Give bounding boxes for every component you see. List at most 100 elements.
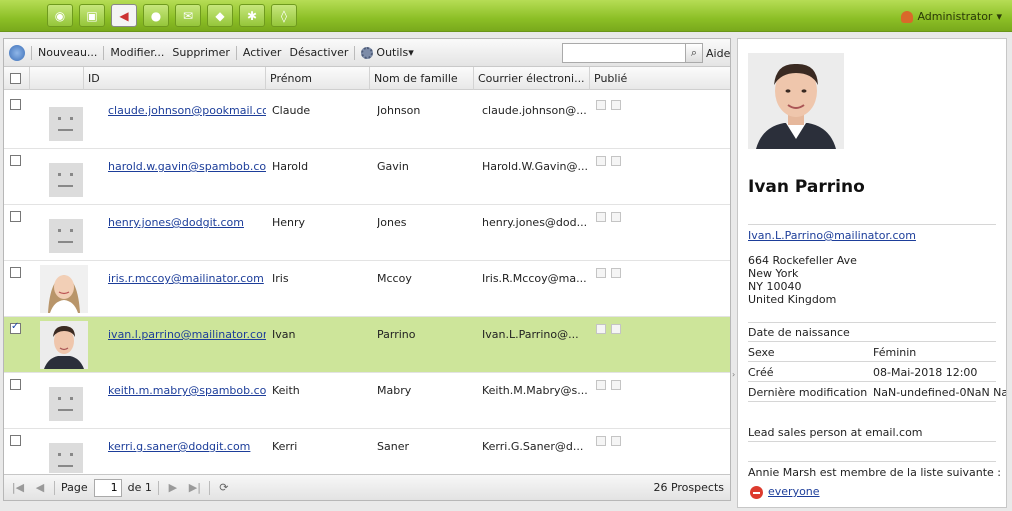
table-row[interactable]: henry.jones@dodgit.com Henry Jones henry.jo…	[4, 205, 730, 261]
published-checkbox	[596, 268, 606, 278]
globe-icon[interactable]: ◉	[47, 4, 73, 27]
row-checkbox[interactable]	[10, 321, 21, 334]
select-all-checkbox[interactable]	[10, 73, 21, 84]
row-id-link[interactable]: harold.w.gavin@spambob.com	[108, 160, 266, 173]
row-id-link[interactable]: iris.r.mccoy@mailinator.com	[108, 272, 266, 285]
user-icon	[901, 10, 914, 23]
row-checkbox[interactable]	[10, 379, 21, 390]
toolbar-separator	[354, 45, 356, 60]
collapse-arrow-icon[interactable]: ›	[732, 370, 735, 379]
refresh-icon[interactable]	[9, 44, 25, 61]
tools-menu-button[interactable]: Outils▾	[357, 46, 417, 59]
divider	[748, 461, 996, 462]
sex-value: Féminin	[873, 346, 917, 359]
deactivate-button[interactable]: Désactiver	[285, 46, 352, 59]
prospect-name: Ivan Parrino	[748, 177, 865, 197]
camera-icon[interactable]: ▣	[79, 4, 105, 27]
list-link-everyone[interactable]: everyone	[768, 485, 820, 498]
table-row[interactable]: iris.r.mccoy@mailinator.com Iris Mccoy Iris…	[4, 261, 730, 317]
pager-separator	[208, 480, 210, 495]
remove-from-list-icon[interactable]	[750, 486, 763, 499]
row-firstname: Harold	[272, 160, 309, 173]
toolbar-separator	[31, 45, 32, 60]
previous-page-icon[interactable]: ◀	[32, 481, 48, 494]
row-checkbox[interactable]	[10, 155, 21, 166]
envelope-icon[interactable]: ✉	[175, 4, 201, 27]
activate-button[interactable]: Activer	[239, 46, 286, 59]
published-checkbox	[611, 100, 621, 110]
tag-icon[interactable]: ◊	[271, 4, 297, 27]
row-email: Ivan.L.Parrino@...	[482, 328, 579, 341]
header-lastname[interactable]: Nom de famille	[370, 67, 474, 90]
row-id-link[interactable]: henry.jones@dodgit.com	[108, 216, 266, 229]
search-icon[interactable]: ⌕	[685, 43, 703, 63]
list-membership-text: Annie Marsh est membre de la liste suiva…	[748, 466, 1001, 479]
placeholder-avatar-icon	[49, 219, 83, 253]
table-row[interactable]: harold.w.gavin@spambob.com Harold Gavin Har…	[4, 149, 730, 205]
row-lastname: Parrino	[377, 328, 416, 341]
row-checkbox[interactable]	[10, 211, 21, 222]
created-value: 08-Mai-2018 12:00	[873, 366, 978, 379]
new-button[interactable]: Nouveau...	[34, 46, 101, 59]
row-checkbox[interactable]	[10, 99, 21, 110]
chevron-down-icon: ▾	[996, 10, 1002, 23]
prospect-email-link[interactable]: Ivan.L.Parrino@mailinator.com	[748, 229, 916, 242]
row-email: Harold.W.Gavin@...	[482, 160, 588, 173]
toolbar: Nouveau... Modifier... Supprimer Activer…	[4, 39, 730, 67]
table-row[interactable]: keith.m.mabry@spambob.com Keith Mabry Keith…	[4, 373, 730, 429]
published-checkbox	[611, 268, 621, 278]
published-indicators	[596, 268, 621, 278]
speech-bubble-icon[interactable]: ●	[143, 4, 169, 27]
created-label: Créé	[748, 366, 774, 379]
header-firstname[interactable]: Prénom	[266, 67, 370, 90]
published-checkbox	[611, 156, 621, 166]
modified-value: NaN-undefined-0NaN NaN	[873, 386, 1007, 399]
table-row[interactable]: ivan.l.parrino@mailinator.com Ivan Parrino…	[4, 317, 730, 373]
delete-button[interactable]: Supprimer	[168, 46, 234, 59]
sex-label: Sexe	[748, 346, 775, 359]
gear-icon[interactable]: ✱	[239, 4, 265, 27]
placeholder-avatar-icon	[49, 163, 83, 197]
header-id[interactable]: ID	[84, 67, 266, 90]
avatar	[40, 265, 88, 313]
user-menu[interactable]: Administrator ▾	[901, 10, 1002, 23]
divider	[748, 441, 996, 442]
pager-separator	[54, 480, 55, 495]
placeholder-avatar-icon	[49, 387, 83, 421]
address-line: New York	[748, 267, 799, 280]
record-count: 26 Prospects	[653, 481, 724, 494]
last-page-icon[interactable]: ▶|	[187, 481, 203, 494]
pagination-bar: |◀ ◀ Page de 1 ▶ ▶| ⟳ 26 Prospects	[4, 474, 730, 500]
page-number-input[interactable]	[93, 478, 122, 497]
row-id-link[interactable]: claude.johnson@pookmail.com	[108, 104, 266, 117]
divider	[748, 401, 996, 402]
top-navigation-bar: ◉ ▣ ◀ ● ✉ ◆ ✱ ◊ Administrator ▾	[0, 0, 1012, 32]
reload-icon[interactable]: ⟳	[216, 481, 232, 494]
first-page-icon[interactable]: |◀	[10, 481, 26, 494]
row-checkbox[interactable]	[10, 267, 21, 278]
header-published[interactable]: Publié	[590, 67, 730, 90]
grid-header: ID Prénom Nom de famille Courrier électr…	[4, 67, 730, 90]
next-page-icon[interactable]: ▶	[165, 481, 181, 494]
edit-button[interactable]: Modifier...	[106, 46, 168, 59]
user-name: Administrator	[917, 10, 993, 23]
published-indicators	[596, 324, 621, 334]
search-input[interactable]	[562, 43, 686, 63]
avatar	[40, 97, 88, 145]
users-icon[interactable]: ◆	[207, 4, 233, 27]
table-row[interactable]: claude.johnson@pookmail.com Claude Johnson…	[4, 93, 730, 149]
row-firstname: Ivan	[272, 328, 296, 341]
row-firstname: Claude	[272, 104, 311, 117]
table-row[interactable]: kerri.g.saner@dodgit.com Kerri Saner Kerri.…	[4, 429, 730, 473]
megaphone-icon[interactable]: ◀	[111, 4, 137, 27]
published-indicators	[596, 212, 621, 222]
avatar	[40, 209, 88, 257]
row-id-link[interactable]: ivan.l.parrino@mailinator.com	[108, 328, 266, 341]
help-link[interactable]: Aide	[706, 47, 730, 60]
row-id-link[interactable]: keith.m.mabry@spambob.com	[108, 384, 266, 397]
divider	[748, 341, 996, 342]
header-email[interactable]: Courrier électroni...	[474, 67, 590, 90]
row-id-link[interactable]: kerri.g.saner@dodgit.com	[108, 440, 266, 453]
row-checkbox[interactable]	[10, 435, 21, 446]
row-firstname: Keith	[272, 384, 300, 397]
